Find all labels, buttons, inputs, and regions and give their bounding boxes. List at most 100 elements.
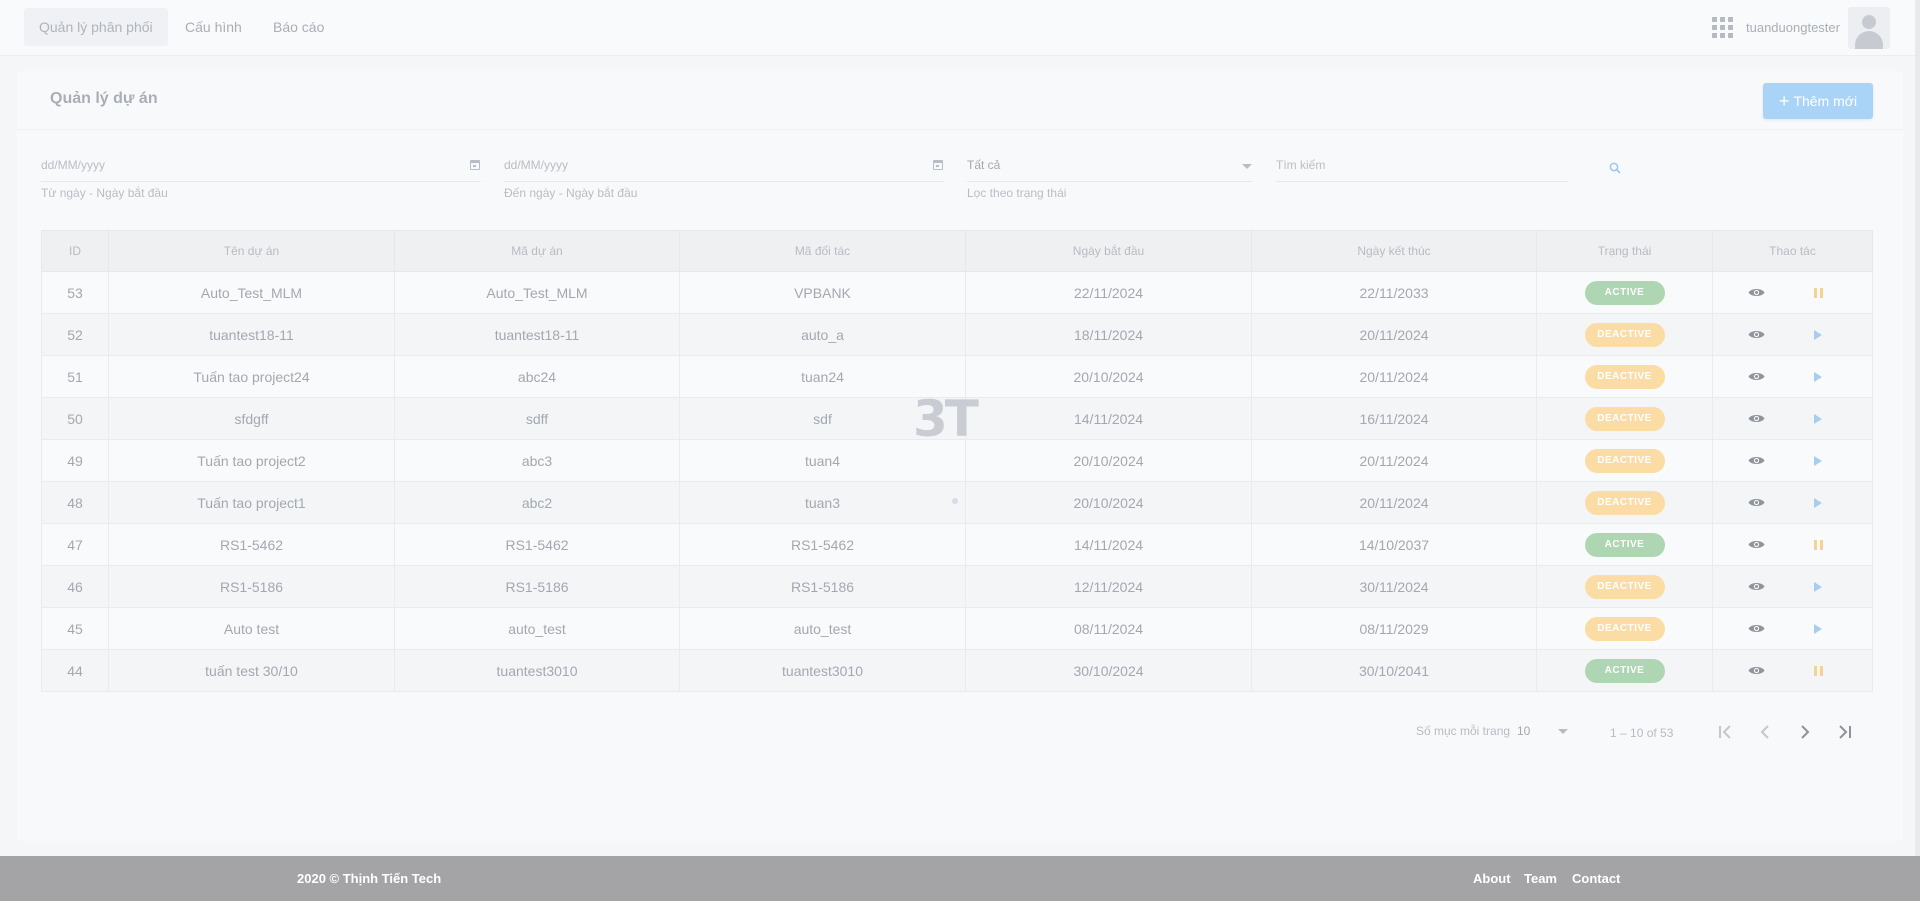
calendar-icon[interactable] bbox=[933, 160, 943, 170]
cell-start-date: 08/11/2024 bbox=[965, 607, 1252, 650]
cell-actions bbox=[1712, 439, 1873, 482]
page-title: Quản lý dự án bbox=[50, 90, 158, 107]
status-badge: DEACTIVE bbox=[1584, 322, 1665, 347]
cell-id: 51 bbox=[41, 355, 109, 398]
status-select[interactable]: Tất cả bbox=[967, 148, 1253, 182]
play-icon[interactable] bbox=[1814, 414, 1822, 424]
column-header-id[interactable]: ID bbox=[41, 230, 109, 272]
pause-icon[interactable] bbox=[1814, 540, 1823, 550]
row-actions bbox=[1713, 440, 1872, 481]
view-eye-icon[interactable] bbox=[1748, 455, 1765, 466]
page-scrollbar[interactable] bbox=[1915, 0, 1920, 856]
play-icon[interactable] bbox=[1814, 582, 1822, 592]
view-eye-icon[interactable] bbox=[1748, 539, 1765, 550]
cell-project-name: RS1-5462 bbox=[108, 523, 395, 566]
play-icon[interactable] bbox=[1814, 456, 1822, 466]
cell-status: DEACTIVE bbox=[1536, 481, 1713, 524]
avatar[interactable] bbox=[1848, 7, 1890, 49]
status-filter-hint: Lọc theo trạng thái bbox=[967, 186, 1067, 200]
footer-link-about[interactable]: About bbox=[1473, 871, 1511, 886]
cell-status: DEACTIVE bbox=[1536, 439, 1713, 482]
username[interactable]: tuanduongtester bbox=[1746, 20, 1840, 35]
cell-project-code: abc2 bbox=[394, 481, 680, 524]
table-row[interactable]: 46 RS1-5186 RS1-5186 RS1-5186 12/11/2024 30/1… bbox=[41, 565, 1873, 608]
calendar-icon[interactable] bbox=[470, 160, 480, 170]
row-actions bbox=[1713, 356, 1872, 397]
footer-link-team[interactable]: Team bbox=[1524, 871, 1557, 886]
cell-partner-code: tuantest3010 bbox=[679, 649, 966, 692]
projects-table: ID Tên dự án Mã dự án Mã đối tác Ngày bắ… bbox=[41, 230, 1873, 692]
view-eye-icon[interactable] bbox=[1748, 623, 1765, 634]
column-header-actions: Thao tác bbox=[1712, 230, 1873, 272]
card-header: Quản lý dự án + Thêm mới bbox=[17, 71, 1903, 130]
cell-status: DEACTIVE bbox=[1536, 397, 1713, 440]
search-icon[interactable] bbox=[1609, 162, 1621, 174]
avatar-body bbox=[1855, 31, 1883, 49]
nav-distribution-management[interactable]: Quản lý phân phối bbox=[24, 8, 168, 46]
cell-project-name: tuấn test 30/10 bbox=[108, 649, 395, 692]
row-actions bbox=[1713, 398, 1872, 439]
cell-id: 44 bbox=[41, 649, 109, 692]
nav-reports[interactable]: Báo cáo bbox=[258, 8, 339, 46]
view-eye-icon[interactable] bbox=[1748, 665, 1765, 676]
column-header-partner-code[interactable]: Mã đối tác bbox=[679, 230, 966, 272]
cell-end-date: 20/11/2024 bbox=[1251, 313, 1537, 356]
play-icon[interactable] bbox=[1814, 330, 1822, 340]
row-actions bbox=[1713, 482, 1872, 523]
column-header-start-date[interactable]: Ngày bắt đầu bbox=[965, 230, 1252, 272]
view-eye-icon[interactable] bbox=[1748, 497, 1765, 508]
apps-grid-icon[interactable] bbox=[1712, 17, 1733, 38]
first-page-icon[interactable] bbox=[1713, 719, 1739, 745]
cell-project-name: Auto_Test_MLM bbox=[108, 271, 395, 314]
status-badge: ACTIVE bbox=[1584, 532, 1665, 557]
status-badge: DEACTIVE bbox=[1584, 616, 1665, 641]
cell-status: ACTIVE bbox=[1536, 271, 1713, 314]
play-icon[interactable] bbox=[1814, 624, 1822, 634]
last-page-icon[interactable] bbox=[1831, 719, 1857, 745]
nav-configuration[interactable]: Cấu hình bbox=[170, 8, 257, 46]
cell-project-code: auto_test bbox=[394, 607, 680, 650]
table-row[interactable]: 47 RS1-5462 RS1-5462 RS1-5462 14/11/2024 14/1… bbox=[41, 523, 1873, 566]
cell-end-date: 22/11/2033 bbox=[1251, 271, 1537, 314]
pause-icon[interactable] bbox=[1814, 288, 1823, 298]
cell-end-date: 08/11/2029 bbox=[1251, 607, 1537, 650]
cell-actions bbox=[1712, 649, 1873, 692]
play-icon[interactable] bbox=[1814, 372, 1822, 382]
column-header-project-code[interactable]: Mã dự án bbox=[394, 230, 680, 272]
table-row[interactable]: 44 tuấn test 30/10 tuantest3010 tuantest301… bbox=[41, 649, 1873, 692]
plus-icon: + bbox=[1778, 91, 1790, 111]
cell-id: 53 bbox=[41, 271, 109, 314]
column-header-status[interactable]: Trạng thái bbox=[1536, 230, 1713, 272]
view-eye-icon[interactable] bbox=[1748, 287, 1765, 298]
next-page-icon[interactable] bbox=[1792, 719, 1818, 745]
view-eye-icon[interactable] bbox=[1748, 581, 1765, 592]
view-eye-icon[interactable] bbox=[1748, 371, 1765, 382]
add-new-label: Thêm mới bbox=[1793, 93, 1858, 109]
table-row[interactable]: 45 Auto test auto_test auto_test 08/11/2024 0… bbox=[41, 607, 1873, 650]
cell-project-name: Tuấn tao project2 bbox=[108, 439, 395, 482]
previous-page-icon[interactable] bbox=[1752, 719, 1778, 745]
chevron-down-icon[interactable] bbox=[1242, 164, 1252, 169]
view-eye-icon[interactable] bbox=[1748, 329, 1765, 340]
footer-copyright: 2020 © Thịnh Tiến Tech bbox=[297, 871, 442, 886]
view-eye-icon[interactable] bbox=[1748, 413, 1765, 424]
footer-link-contact[interactable]: Contact bbox=[1572, 871, 1620, 886]
status-badge: DEACTIVE bbox=[1584, 490, 1665, 515]
chevron-down-icon[interactable] bbox=[1558, 729, 1568, 734]
add-new-button[interactable]: + Thêm mới bbox=[1763, 83, 1873, 119]
table-row[interactable]: 53 Auto_Test_MLM Auto_Test_MLM VPBANK 22/11/… bbox=[41, 271, 1873, 314]
page-range: 1 – 10 of 53 bbox=[1610, 726, 1674, 740]
pause-icon[interactable] bbox=[1814, 666, 1823, 676]
column-header-end-date[interactable]: Ngày kết thúc bbox=[1251, 230, 1537, 272]
to-date-input[interactable]: dd/MM/yyyy bbox=[504, 148, 944, 182]
play-icon[interactable] bbox=[1814, 498, 1822, 508]
table-row[interactable]: 52 tuantest18-11 tuantest18-11 auto_a 18/11/… bbox=[41, 313, 1873, 356]
cell-id: 45 bbox=[41, 607, 109, 650]
cell-partner-code: RS1-5186 bbox=[679, 565, 966, 608]
column-header-project-name[interactable]: Tên dự án bbox=[108, 230, 395, 272]
page-size-label: Số mục mỗi trang bbox=[1416, 724, 1511, 738]
search-input[interactable]: Tìm kiếm bbox=[1276, 148, 1568, 182]
cell-project-code: RS1-5186 bbox=[394, 565, 680, 608]
from-date-input[interactable]: dd/MM/yyyy bbox=[41, 148, 481, 182]
watermark-logo: 3T bbox=[913, 390, 979, 448]
